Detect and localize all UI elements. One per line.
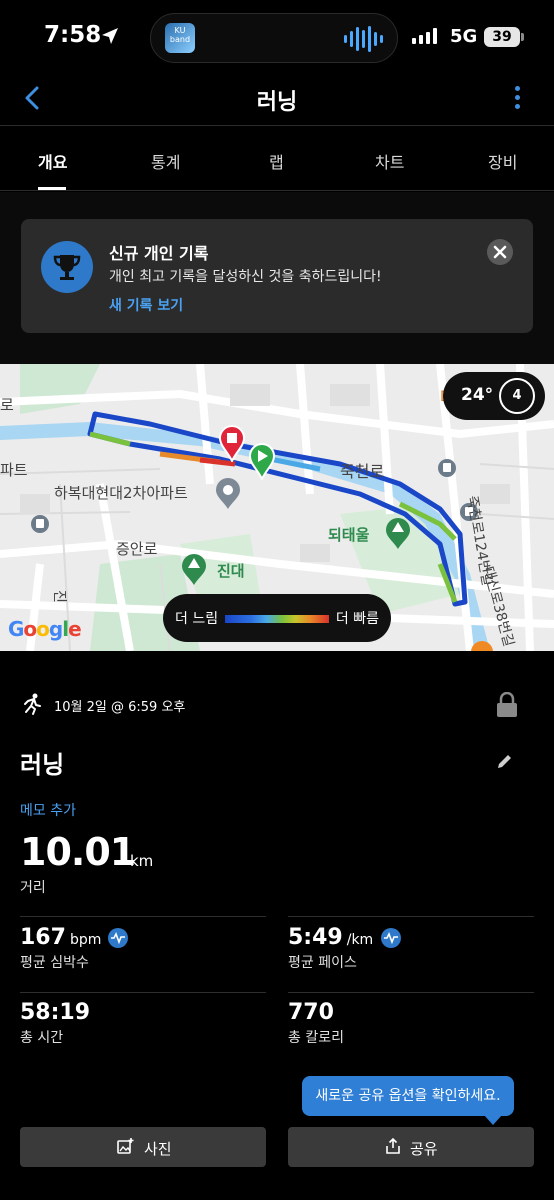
park-pin-icon xyxy=(182,554,206,585)
activity-title: 러닝 xyxy=(20,751,65,779)
end-pin-icon xyxy=(218,425,246,462)
divider xyxy=(20,916,266,917)
divider xyxy=(20,992,266,993)
activity-meta: 10월 2일 @ 6:59 오후 xyxy=(20,692,520,718)
divider xyxy=(288,916,534,917)
cellular-signal-icon xyxy=(412,28,437,44)
distance-label: 거리 xyxy=(20,880,46,896)
distance-unit: km xyxy=(130,852,154,870)
map-label: 증안로 xyxy=(116,540,158,558)
bus-stop-icon xyxy=(31,515,49,533)
legend-slow-label: 더 느림 xyxy=(175,611,219,627)
map-label: 로 xyxy=(0,396,14,414)
dynamic-island[interactable]: KU band xyxy=(150,13,398,63)
stat-unit: bpm xyxy=(69,932,102,948)
tab-bar: 개요 통계 랩 차트 장비 xyxy=(0,127,554,191)
map-label: 되태울 xyxy=(328,526,370,544)
trophy-icon xyxy=(41,241,93,293)
add-photo-icon xyxy=(117,1138,134,1154)
share-options-tooltip[interactable]: 새로운 공유 옵션을 확인하세요. xyxy=(302,1076,514,1125)
stat-value: 167 xyxy=(20,925,66,950)
tab-charts[interactable]: 차트 xyxy=(375,149,404,173)
map-label: 진대 xyxy=(217,562,245,580)
audio-waveform-icon xyxy=(344,26,383,52)
apartment-pin-icon xyxy=(216,478,240,509)
share-button-label: 공유 xyxy=(410,1140,438,1158)
nav-header: 러닝 xyxy=(0,78,554,126)
google-logo: Google xyxy=(8,617,82,641)
personal-record-banner: 신규 개인 기록 개인 최고 기록을 달성하신 것을 축하드립니다! 새 기록 … xyxy=(21,219,533,333)
stat-unit: /km xyxy=(346,932,374,948)
weather-widget[interactable]: 24° 4 xyxy=(443,372,545,420)
map-label: 파트 xyxy=(0,461,28,479)
route-map[interactable]: 로 D 파트 하복대현대2차아파트 죽천로 되태울 증안로 진대 죽천로124번… xyxy=(0,364,554,651)
active-tab-indicator xyxy=(38,187,66,190)
wind-speed-icon: 4 xyxy=(499,378,535,414)
tab-laps[interactable]: 랩 xyxy=(269,149,284,173)
stat-avg-heart-rate: 167 bpm xyxy=(20,925,101,950)
now-playing-thumbnail: KU band xyxy=(165,23,195,53)
stat-label: 총 시간 xyxy=(20,1030,64,1046)
share-button[interactable]: 공유 xyxy=(288,1127,534,1167)
stat-label: 평균 심박수 xyxy=(20,955,89,971)
pace-gradient-bar xyxy=(225,615,329,623)
running-icon xyxy=(24,693,41,715)
stat-label: 평균 페이스 xyxy=(288,955,357,971)
poi-marker-icon xyxy=(471,641,493,651)
legend-fast-label: 더 빠름 xyxy=(335,611,379,627)
share-icon xyxy=(386,1137,400,1154)
activity-date: 10월 2일 @ 6:59 오후 xyxy=(54,700,186,715)
tab-stats[interactable]: 통계 xyxy=(151,149,180,173)
stat-avg-pace: 5:49/km xyxy=(288,925,373,950)
map-label: 하복대현대2차아파트 xyxy=(54,484,188,502)
edit-pencil-icon[interactable] xyxy=(496,752,514,770)
stat-total-calories: 770 xyxy=(288,1000,334,1025)
close-banner-button[interactable] xyxy=(487,239,513,265)
stat-label: 총 칼로리 xyxy=(288,1030,344,1046)
battery-icon: 39 xyxy=(484,27,524,47)
map-label: 죽천로 xyxy=(340,462,385,481)
distance-value: 10.01 xyxy=(20,830,136,874)
page-title: 러닝 xyxy=(256,90,298,115)
stat-value: 770 xyxy=(288,1000,334,1025)
map-label: 진 xyxy=(51,590,67,603)
more-options-icon[interactable] xyxy=(512,86,522,114)
status-time: 7:58 xyxy=(44,22,102,48)
heart-rate-zone-icon[interactable] xyxy=(108,928,128,948)
add-memo-link[interactable]: 메모 추가 xyxy=(20,800,76,820)
bus-stop-icon xyxy=(438,459,456,477)
stat-total-time: 58:19 xyxy=(20,1000,90,1025)
pace-legend: 더 느림 더 빠름 xyxy=(163,594,391,642)
location-arrow-icon xyxy=(102,28,118,44)
stat-value: 5:49 xyxy=(288,925,343,950)
temperature: 24° xyxy=(461,385,494,405)
start-pin-icon xyxy=(248,443,276,480)
park-pin-icon xyxy=(386,518,410,549)
banner-subtitle: 개인 최고 기록을 달성하신 것을 축하드립니다! xyxy=(109,269,382,285)
tab-gear[interactable]: 장비 xyxy=(488,149,517,173)
tab-overview[interactable]: 개요 xyxy=(38,149,67,173)
banner-title: 신규 개인 기록 xyxy=(109,244,209,263)
banner-section: 신규 개인 기록 개인 최고 기록을 달성하신 것을 축하드립니다! 새 기록 … xyxy=(0,192,554,364)
pace-zone-icon[interactable] xyxy=(381,928,401,948)
photo-button-label: 사진 xyxy=(144,1140,172,1158)
divider xyxy=(288,992,534,993)
view-record-link[interactable]: 새 기록 보기 xyxy=(109,295,183,315)
photo-button[interactable]: 사진 xyxy=(20,1127,266,1167)
stat-value: 58:19 xyxy=(20,1000,91,1025)
lock-icon[interactable] xyxy=(496,692,518,718)
network-type: 5G xyxy=(450,26,478,47)
close-icon xyxy=(493,245,507,259)
status-bar: 7:58 KU band 5G 39 xyxy=(0,0,554,78)
